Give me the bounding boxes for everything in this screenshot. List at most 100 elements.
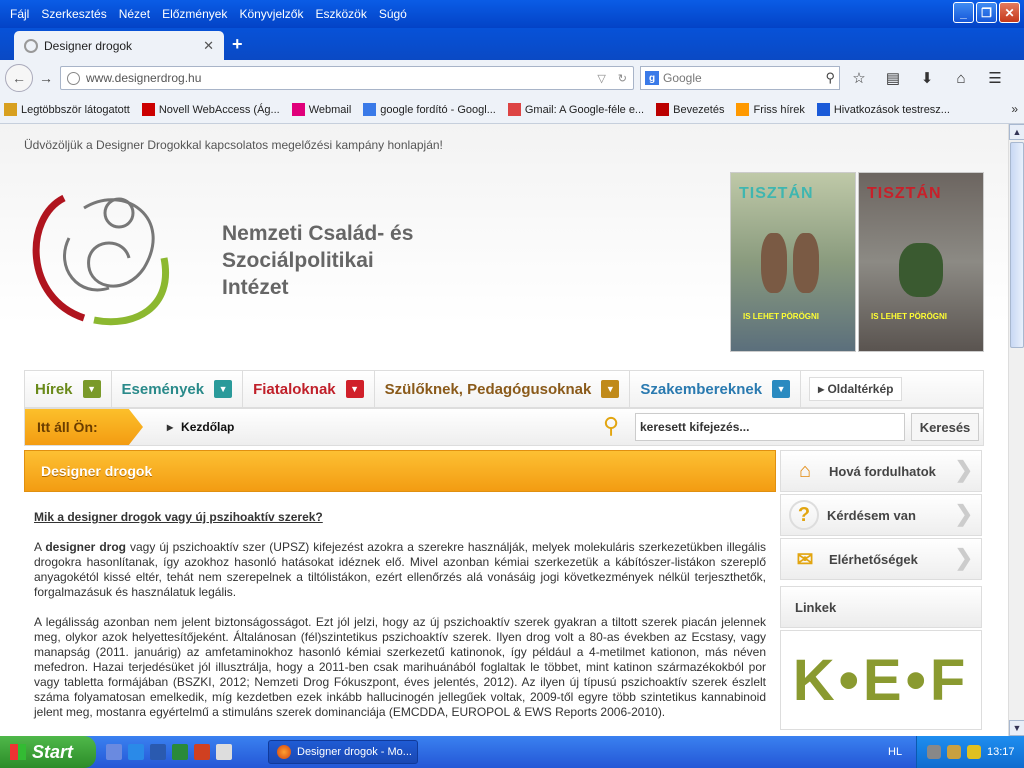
sidebar-kerdesem-van[interactable]: ? Kérdésem van ❯ [780, 494, 982, 536]
browser-search-box[interactable]: g Google ⚲ [640, 66, 840, 90]
start-button[interactable]: Start [0, 736, 96, 768]
language-indicator[interactable]: HL [888, 746, 902, 758]
network-icon[interactable] [927, 745, 941, 759]
ms-icon [816, 103, 830, 116]
chevron-right-icon: ❯ [954, 457, 973, 482]
menu-tools[interactable]: Eszközök [309, 3, 372, 25]
firefox-icon [277, 745, 291, 759]
media-player-icon[interactable] [216, 744, 232, 760]
taskbar-firefox-window[interactable]: Designer drogok - Mo... [268, 740, 418, 764]
ie-icon[interactable] [128, 744, 144, 760]
sidebar-elerhetosegek[interactable]: ✉ Elérhetőségek ❯ [780, 538, 982, 580]
close-window-button[interactable]: ✕ [999, 2, 1020, 23]
nav-hirek[interactable]: Hírek ▼ [25, 371, 112, 407]
bookmark-item[interactable]: Webmail [291, 103, 351, 116]
kef-logo-link[interactable]: K•E•F [780, 630, 982, 730]
sitemap-button[interactable]: ▸ Oldaltérkép [809, 377, 903, 401]
scrollbar-thumb[interactable] [1010, 142, 1024, 348]
chevron-down-icon[interactable]: ▼ [772, 380, 791, 398]
menu-history[interactable]: Előzmények [156, 3, 233, 25]
search-icon[interactable]: ⚲ [825, 70, 835, 86]
chevron-down-icon[interactable]: ▼ [345, 380, 364, 398]
site-search-input[interactable]: keresett kifejezés... [635, 413, 905, 441]
bookmark-item[interactable]: Friss hírek [736, 103, 805, 116]
redhat-icon [656, 103, 670, 116]
url-bar[interactable]: www.designerdrog.hu ▽ ↻ [60, 66, 634, 90]
system-tray: 13:17 [916, 736, 1024, 768]
bookmark-item[interactable]: Bevezetés [656, 103, 724, 116]
nav-szakembereknek[interactable]: Szakembereknek ▼ [630, 371, 802, 407]
nav-szuloknek[interactable]: Szülőknek, Pedagógusoknak ▼ [375, 371, 631, 407]
explorer-icon[interactable] [106, 744, 122, 760]
download-icon[interactable]: ⬇ [916, 68, 938, 88]
chevron-down-icon[interactable]: ▼ [601, 380, 620, 398]
campaign-poster[interactable]: TISZTÁN IS LEHET PÖRÖGNI [730, 172, 856, 352]
back-button[interactable]: ← [5, 64, 33, 92]
nav-fiataloknak[interactable]: Fiataloknak ▼ [243, 371, 375, 407]
menu-view[interactable]: Nézet [113, 3, 156, 25]
browser-window: Fájl Szerkesztés Nézet Előzmények Könyvj… [0, 0, 1024, 768]
institute-name: Nemzeti Család- és Szociálpolitikai Inté… [222, 222, 414, 299]
menu-edit[interactable]: Szerkesztés [35, 3, 112, 25]
excel-icon[interactable] [172, 744, 188, 760]
windows-taskbar: Start Designer drogok - Mo... HL 13:17 [0, 736, 1024, 768]
menu-file[interactable]: Fájl [4, 3, 35, 25]
minimize-button[interactable]: _ [953, 2, 974, 23]
article-question-link[interactable]: Mik a designer drogok vagy új pszihoaktí… [34, 510, 766, 525]
bookmark-star-icon[interactable]: ☆ [848, 68, 870, 88]
question-icon: ? [789, 500, 819, 530]
sidebar-hova-fordulhatok[interactable]: ⌂ Hová fordulhatok ❯ [780, 450, 982, 492]
reload-icon[interactable]: ↻ [618, 72, 627, 85]
site-search-button[interactable]: Keresés [911, 413, 979, 441]
bookmark-item[interactable]: google fordító - Googl... [363, 103, 496, 116]
scroll-down-icon[interactable]: ▼ [1009, 720, 1024, 736]
home-icon[interactable]: ⌂ [950, 68, 972, 88]
hamburger-menu-icon[interactable]: ☰ [984, 68, 1006, 88]
chevron-down-icon[interactable]: ▼ [214, 380, 233, 398]
chevron-right-icon[interactable]: » [1011, 102, 1018, 116]
telekom-icon [291, 103, 305, 116]
bookmark-item[interactable]: Novell WebAccess (Ág... [141, 103, 280, 116]
outlook-icon[interactable] [194, 744, 210, 760]
forward-button[interactable]: → [39, 70, 55, 86]
bookmark-item[interactable]: Legtöbbször látogatott [4, 103, 130, 116]
breadcrumb-bar: Itt áll Ön: Kezdőlap ⚲ keresett kifejezé… [24, 408, 984, 446]
dropdown-arrow-icon[interactable]: ▽ [597, 72, 605, 85]
novell-icon [141, 103, 155, 116]
navigation-toolbar: ← → www.designerdrog.hu ▽ ↻ g Google ⚲ ☆… [0, 60, 1024, 96]
search-placeholder[interactable]: Google [663, 71, 821, 85]
tab-designer-drogok[interactable]: Designer drogok ✕ [14, 31, 224, 60]
security-icon[interactable] [967, 745, 981, 759]
windows-flag-icon [10, 744, 26, 760]
gmail-icon [507, 103, 521, 116]
scroll-up-icon[interactable]: ▲ [1009, 124, 1024, 140]
bookmarks-list-icon[interactable]: ▤ [882, 68, 904, 88]
article-body: Mik a designer drogok vagy új pszihoaktí… [34, 510, 766, 735]
page-scrollbar[interactable]: ▲ ▼ [1008, 124, 1024, 736]
volume-icon[interactable] [947, 745, 961, 759]
google-icon[interactable]: g [645, 71, 659, 85]
breadcrumb-label: Itt áll Ön: [25, 409, 143, 445]
clock[interactable]: 13:17 [987, 746, 1015, 758]
chevron-right-icon: ❯ [954, 501, 973, 526]
nav-esemenyek[interactable]: Események ▼ [112, 371, 244, 407]
content-title: Designer drogok [24, 450, 776, 492]
new-tab-icon[interactable]: + [232, 34, 243, 55]
url-text[interactable]: www.designerdrog.hu [86, 71, 591, 85]
campaign-poster[interactable]: TISZTÁN IS LEHET PÖRÖGNI [858, 172, 984, 352]
restore-button[interactable]: ❐ [976, 2, 997, 23]
menu-help[interactable]: Súgó [373, 3, 413, 25]
institute-logo [32, 194, 169, 326]
links-heading: Linkek [780, 586, 982, 628]
bookmark-item[interactable]: Gmail: A Google-féle e... [507, 103, 644, 116]
menu-bar: Fájl Szerkesztés Nézet Előzmények Könyvj… [0, 0, 1024, 28]
word-icon[interactable] [150, 744, 166, 760]
article-paragraph: A legálisság azonban nem jelent biztonsá… [34, 615, 766, 719]
house-icon: ⌂ [798, 459, 812, 482]
menu-bookmarks[interactable]: Könyvjelzők [233, 3, 309, 25]
bookmark-item[interactable]: Hivatkozások testresz... [816, 103, 950, 116]
breadcrumb-home-link[interactable]: Kezdőlap [167, 420, 234, 434]
magnifier-icon: ⚲ [603, 413, 620, 438]
tab-close-icon[interactable]: ✕ [203, 38, 224, 54]
chevron-down-icon[interactable]: ▼ [82, 380, 101, 398]
